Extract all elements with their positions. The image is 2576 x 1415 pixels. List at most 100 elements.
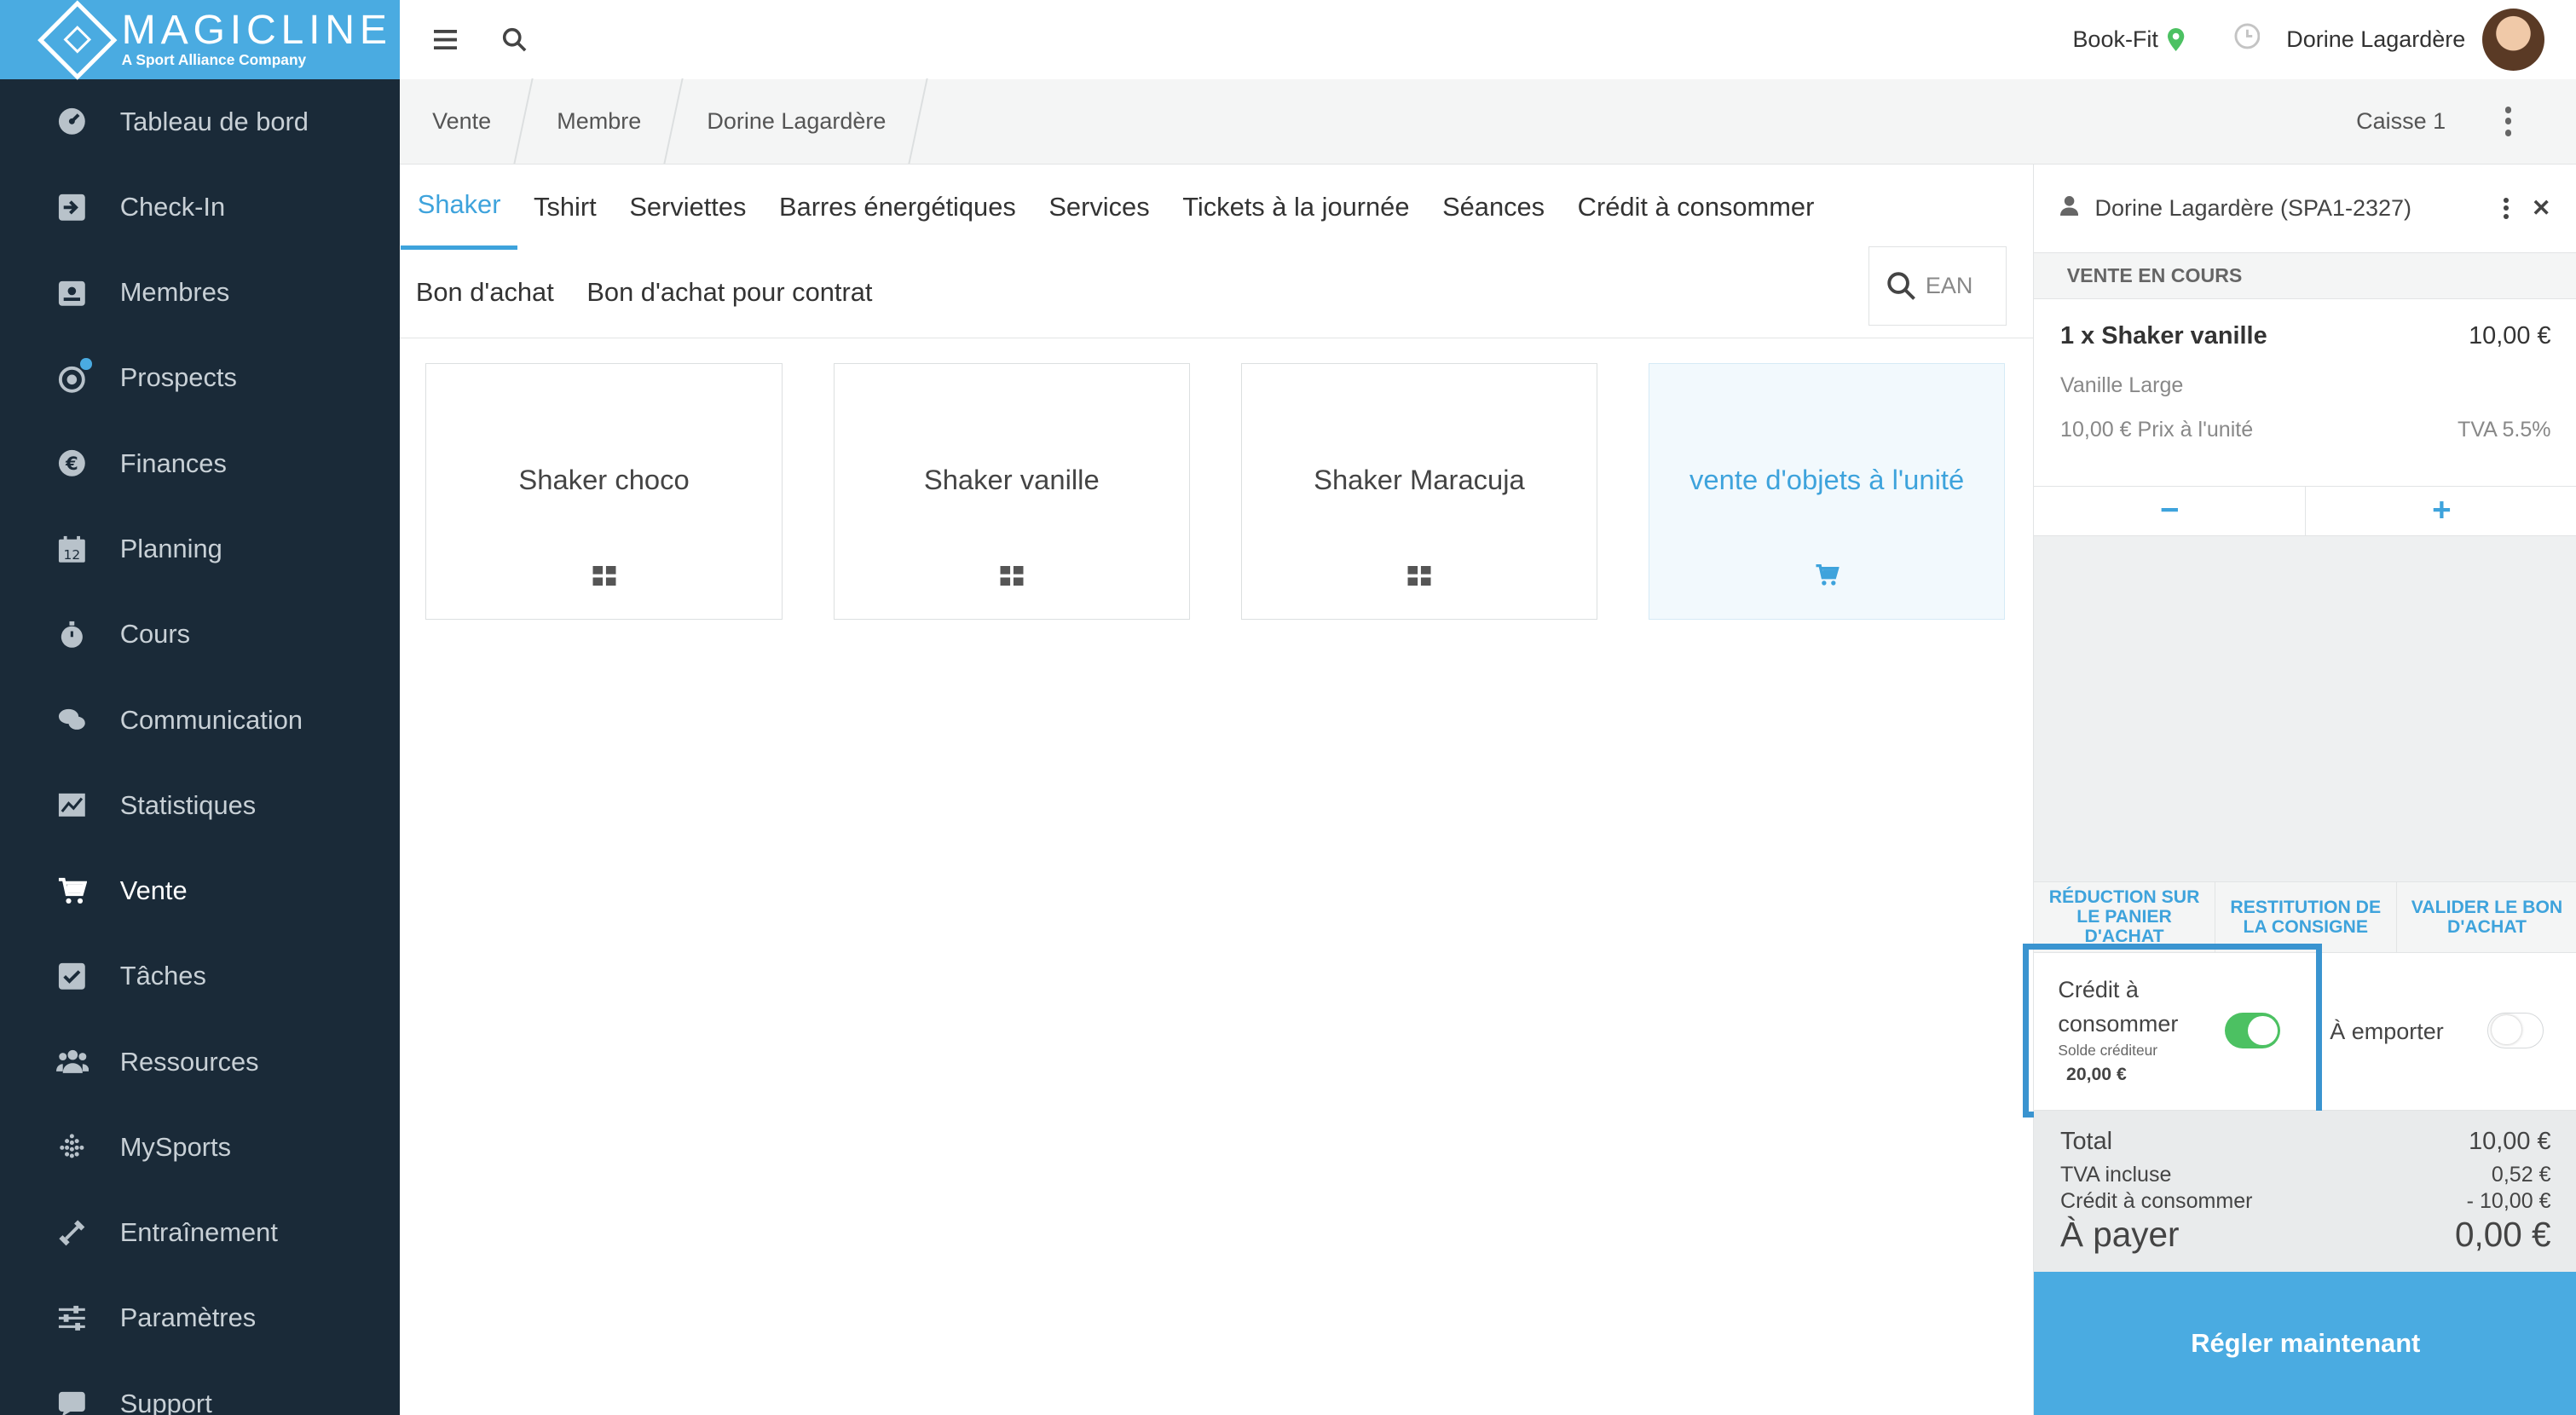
sidebar-item-communication[interactable]: Communication — [0, 677, 400, 762]
product-card[interactable]: vente d'objets à l'unité — [1648, 363, 2006, 620]
tab-seances[interactable]: Séances — [1426, 165, 1562, 250]
cart-customer-name[interactable]: Dorine Lagardère (SPA1-2327) — [2095, 195, 2412, 222]
sidebar-item-label: Finances — [119, 448, 227, 478]
ean-placeholder: EAN — [1925, 272, 1973, 298]
breadcrumb-vente[interactable]: Vente — [400, 78, 524, 164]
cart-icon — [56, 875, 90, 908]
sidebar-item-membres[interactable]: Membres — [0, 250, 400, 335]
sidebar-item-cours[interactable]: Cours — [0, 592, 400, 677]
sidebar-item-taches[interactable]: Tâches — [0, 933, 400, 1019]
sidebar-item-label: Support — [119, 1388, 212, 1415]
sidebar-item-label: Prospects — [119, 362, 237, 393]
breadcrumb-membre[interactable]: Membre — [524, 78, 674, 164]
product-card[interactable]: Shaker vanille — [833, 363, 1190, 620]
sidebar-item-label: Entraînement — [119, 1217, 278, 1248]
sidebar-item-check-in[interactable]: Check-In — [0, 165, 400, 250]
sidebar-item-label: Vente — [119, 875, 188, 906]
euro-icon: € — [56, 447, 90, 480]
sidebar-item-prospects[interactable]: Prospects — [0, 335, 400, 420]
tab-bon-d-achat[interactable]: Bon d'achat — [400, 250, 571, 335]
line-item-unit-price: 10,00 € Prix à l'unité — [2060, 418, 2254, 442]
sidebar-item-tableau-de-bord[interactable]: Tableau de bord — [0, 79, 400, 165]
increase-quantity-button[interactable]: + — [2306, 487, 2576, 535]
sidebar-item-parametres[interactable]: Paramètres — [0, 1275, 400, 1360]
chart-icon — [56, 789, 90, 823]
calendar-icon: 12 — [56, 533, 90, 566]
sidebar-item-statistiques[interactable]: Statistiques — [0, 763, 400, 848]
svg-text:12: 12 — [64, 547, 81, 563]
cart-section-title: VENTE EN COURS — [2034, 252, 2576, 299]
credit-used-label: Crédit à consommer — [2060, 1189, 2253, 1214]
svg-text:€: € — [65, 453, 78, 474]
checkbox-icon — [56, 960, 90, 993]
mysports-icon — [56, 1131, 90, 1164]
search-icon — [502, 27, 527, 52]
category-tabs: Shaker Tshirt Serviettes Barres énergétique… — [399, 165, 2034, 339]
sidebar-item-ressources[interactable]: Ressources — [0, 1019, 400, 1104]
tab-shaker[interactable]: Shaker — [401, 165, 517, 251]
members-icon — [56, 276, 90, 309]
sidebar-item-mysports[interactable]: MySports — [0, 1105, 400, 1190]
tab-services[interactable]: Services — [1032, 165, 1166, 250]
studio-name: Book-Fit — [2072, 26, 2158, 52]
takeaway-label: À emporter — [2330, 1019, 2444, 1045]
location-pin-icon — [2168, 27, 2185, 51]
product-card[interactable]: Shaker choco — [425, 363, 783, 620]
prospects-icon — [56, 358, 92, 395]
sidebar-item-planning[interactable]: 12 Planning — [0, 506, 400, 592]
topbar: Book-Fit Dorine Lagardère — [399, 0, 2576, 79]
tab-tshirt[interactable]: Tshirt — [517, 165, 613, 250]
cart-options: Crédit à consommer Solde créditeur 20,00… — [2022, 943, 2576, 1118]
dashboard-icon — [56, 105, 90, 138]
studio-selector[interactable]: Book-Fit — [2072, 26, 2185, 53]
cart-line-item[interactable]: 1 x Shaker vanille 10,00 € Vanille Large… — [2034, 298, 2576, 487]
user-name[interactable]: Dorine Lagardère — [2286, 26, 2465, 53]
credit-toggle[interactable] — [2224, 1012, 2281, 1049]
sidebar-item-finances[interactable]: € Finances — [0, 421, 400, 506]
sidebar-item-label: Paramètres — [119, 1302, 257, 1333]
tab-tickets-a-la-journee[interactable]: Tickets à la journée — [1166, 165, 1426, 250]
hamburger-icon — [434, 29, 458, 49]
plus-icon: + — [2432, 492, 2452, 529]
amount-due-value: 0,00 € — [2454, 1215, 2551, 1255]
line-item-variant: Vanille Large — [2060, 373, 2184, 397]
register-label[interactable]: Caisse 1 — [2356, 108, 2446, 135]
cart-icon — [1815, 562, 1840, 592]
deposit-refund-button[interactable]: RESTITUTION DE LA CONSIGNE — [2215, 881, 2397, 953]
cart-options-icon[interactable] — [2504, 197, 2509, 219]
tab-bon-d-achat-pour-contrat[interactable]: Bon d'achat pour contrat — [570, 250, 889, 335]
basket-discount-button[interactable]: RÉDUCTION SUR LE PANIER D'ACHAT — [2034, 881, 2215, 953]
takeaway-toggle[interactable] — [2487, 1012, 2544, 1049]
product-card[interactable]: Shaker Maracuja — [1240, 363, 1598, 620]
tab-barres-energetiques[interactable]: Barres énergétiques — [763, 165, 1032, 250]
people-icon — [55, 1045, 90, 1078]
check-in-icon — [56, 191, 90, 224]
tab-credit-a-consommer[interactable]: Crédit à consommer — [1561, 165, 1830, 250]
product-name: Shaker vanille — [923, 464, 1100, 496]
sidebar-item-entrainement[interactable]: Entraînement — [0, 1190, 400, 1275]
product-grid: Shaker choco Shaker vanille Shaker Maracuj… — [400, 338, 2034, 620]
avatar[interactable] — [2481, 8, 2544, 71]
dumbbell-icon — [56, 1216, 90, 1250]
tab-serviettes[interactable]: Serviettes — [613, 165, 763, 250]
decrease-quantity-button[interactable]: − — [2034, 486, 2307, 535]
ean-search-field[interactable]: EAN — [1868, 246, 2007, 326]
clock-icon[interactable] — [2234, 23, 2261, 56]
sidebar-item-vente[interactable]: Vente — [0, 848, 400, 933]
product-name: vente d'objets à l'unité — [1689, 464, 1965, 496]
cart-actions: RÉDUCTION SUR LE PANIER D'ACHAT RESTITUT… — [2034, 881, 2576, 954]
sidebar-item-support[interactable]: Support — [0, 1361, 400, 1415]
validate-voucher-button[interactable]: VALIDER LE BON D'ACHAT — [2397, 882, 2576, 953]
pay-now-button[interactable]: Régler maintenant — [2034, 1272, 2576, 1415]
menu-toggle-button[interactable] — [423, 16, 469, 62]
close-icon[interactable]: ✕ — [2532, 195, 2551, 222]
more-options-icon[interactable] — [2488, 101, 2527, 141]
search-button[interactable] — [492, 16, 538, 62]
line-item-price: 10,00 € — [2469, 321, 2551, 349]
breadcrumb-member-name[interactable]: Dorine Lagardère — [674, 78, 919, 164]
brand-logo[interactable]: MAGICLINE A Sport Alliance Company — [0, 0, 400, 79]
sidebar-item-label: Tâches — [119, 961, 206, 991]
sidebar-nav: Tableau de bord Check-In Membres Prospects €… — [0, 79, 400, 1415]
grid-icon — [1407, 562, 1431, 592]
total-value: 10,00 € — [2469, 1127, 2551, 1155]
